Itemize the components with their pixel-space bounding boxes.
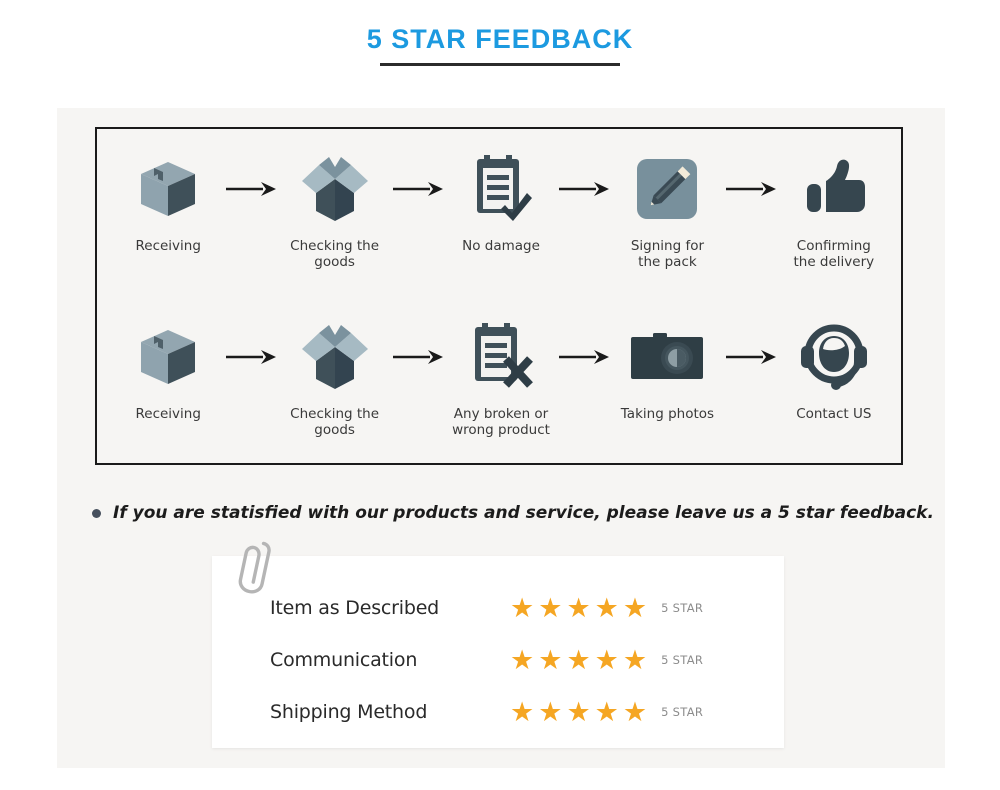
flow-step-label: Receiving [135, 406, 201, 422]
star-icon[interactable]: ★ [566, 698, 590, 726]
arrow-right-icon [388, 151, 448, 227]
flow-step-label: Taking photos [620, 406, 715, 422]
star-icon[interactable]: ★ [538, 594, 562, 622]
page-title-text: 5 STAR FEEDBACK [366, 24, 634, 54]
flow-step-label: Receiving [135, 238, 201, 254]
headset-support-icon [797, 319, 871, 395]
flow-step-label-line2: wrong product [452, 422, 550, 438]
rating-row: Item as Described ★ ★ ★ ★ ★ 5 STAR [270, 582, 770, 634]
flow-step-label: Contact US [796, 406, 872, 422]
pencil-sign-icon [634, 151, 700, 227]
clipboard-check-icon [467, 151, 535, 227]
star-icon[interactable]: ★ [510, 646, 534, 674]
rating-criterion-label: Communication [270, 649, 418, 671]
arrow-right-icon [221, 151, 281, 227]
flow-step-label-line2: goods [314, 422, 355, 438]
feedback-note: If you are statisfied with our products … [92, 503, 934, 523]
rating-criterion-label: Shipping Method [270, 701, 428, 723]
flow-step-label: Confirming the delivery [793, 238, 874, 270]
arrow-right-icon [721, 319, 781, 395]
rating-value-label: 5 STAR [661, 705, 704, 719]
camera-icon [627, 319, 707, 395]
rating-value-label: 5 STAR [661, 601, 704, 615]
star-icon[interactable]: ★ [623, 594, 647, 622]
flow-step-label-line1: Signing for [630, 238, 705, 254]
closed-box-icon [133, 319, 203, 395]
flow-step-confirming: Confirming the delivery [781, 151, 887, 270]
star-rating[interactable]: ★ ★ ★ ★ ★ 5 STAR [510, 646, 704, 674]
flow-step-label-line2: goods [314, 254, 355, 270]
arrow-right-icon [221, 319, 281, 395]
star-icon[interactable]: ★ [623, 698, 647, 726]
star-icon[interactable]: ★ [595, 594, 619, 622]
flow-step-contact-us: Contact US [781, 319, 887, 422]
open-box-icon [298, 319, 372, 395]
paperclip-icon [234, 538, 274, 600]
star-rating[interactable]: ★ ★ ★ ★ ★ 5 STAR [510, 594, 704, 622]
rating-rows: Item as Described ★ ★ ★ ★ ★ 5 STAR Commu… [270, 582, 770, 738]
arrow-right-icon [388, 319, 448, 395]
arrow-right-icon [554, 151, 614, 227]
flow-step-label: Checking the goods [290, 238, 379, 270]
flow-step-broken-product: Any broken or wrong product [448, 319, 554, 438]
flow-step-label-line1: Checking the [290, 406, 380, 422]
flow-step-label: Any broken or wrong product [452, 406, 550, 438]
rating-criterion-label: Item as Described [270, 597, 440, 619]
star-icon[interactable]: ★ [510, 698, 534, 726]
star-icon[interactable]: ★ [538, 646, 562, 674]
star-icon[interactable]: ★ [538, 698, 562, 726]
closed-box-icon [133, 151, 203, 227]
flow-step-label: Signing for the pack [631, 238, 704, 270]
star-icon[interactable]: ★ [595, 698, 619, 726]
flow-step-label: No damage [462, 238, 540, 254]
flow-step-checking-goods: Checking the goods [281, 151, 387, 270]
flow-step-label-line2: the pack [638, 254, 697, 270]
flow-step-label-line1: Confirming [796, 238, 871, 254]
rating-row: Communication ★ ★ ★ ★ ★ 5 STAR [270, 634, 770, 686]
rating-row: Shipping Method ★ ★ ★ ★ ★ 5 STAR [270, 686, 770, 738]
flow-step-taking-photos: Taking photos [614, 319, 720, 422]
page-title: 5 STAR FEEDBACK [0, 22, 1000, 66]
flow-step-label-line1: Any broken or [453, 406, 549, 422]
thumbs-up-icon [799, 151, 869, 227]
rating-value-label: 5 STAR [661, 653, 704, 667]
flow-step-label: Checking the goods [290, 406, 379, 438]
star-icon[interactable]: ★ [566, 594, 590, 622]
feedback-note-text: If you are statisfied with our products … [113, 503, 934, 523]
flow-step-receiving: Receiving [115, 319, 221, 422]
flow-step-checking-goods: Checking the goods [281, 319, 387, 438]
star-icon[interactable]: ★ [595, 646, 619, 674]
bullet-dot-icon [92, 508, 101, 518]
normal-delivery-flow-row: Receiving Checking the goods No damage S… [97, 151, 905, 301]
star-icon[interactable]: ★ [510, 594, 534, 622]
delivery-flow-box: Receiving Checking the goods No damage S… [95, 127, 903, 465]
star-rating[interactable]: ★ ★ ★ ★ ★ 5 STAR [510, 698, 704, 726]
arrow-right-icon [554, 319, 614, 395]
flow-step-signing: Signing for the pack [614, 151, 720, 270]
title-underline [380, 63, 620, 66]
flow-step-no-damage: No damage [448, 151, 554, 254]
rating-card: Item as Described ★ ★ ★ ★ ★ 5 STAR Commu… [212, 541, 784, 748]
star-icon[interactable]: ★ [566, 646, 590, 674]
arrow-right-icon [721, 151, 781, 227]
flow-step-receiving: Receiving [115, 151, 221, 254]
open-box-icon [298, 151, 372, 227]
flow-step-label-line1: Checking the [290, 238, 380, 254]
star-icon[interactable]: ★ [623, 646, 647, 674]
clipboard-x-icon [467, 319, 535, 395]
problem-delivery-flow-row: Receiving Checking the goods Any broken … [97, 319, 905, 469]
flow-step-label-line2: the delivery [793, 254, 875, 270]
